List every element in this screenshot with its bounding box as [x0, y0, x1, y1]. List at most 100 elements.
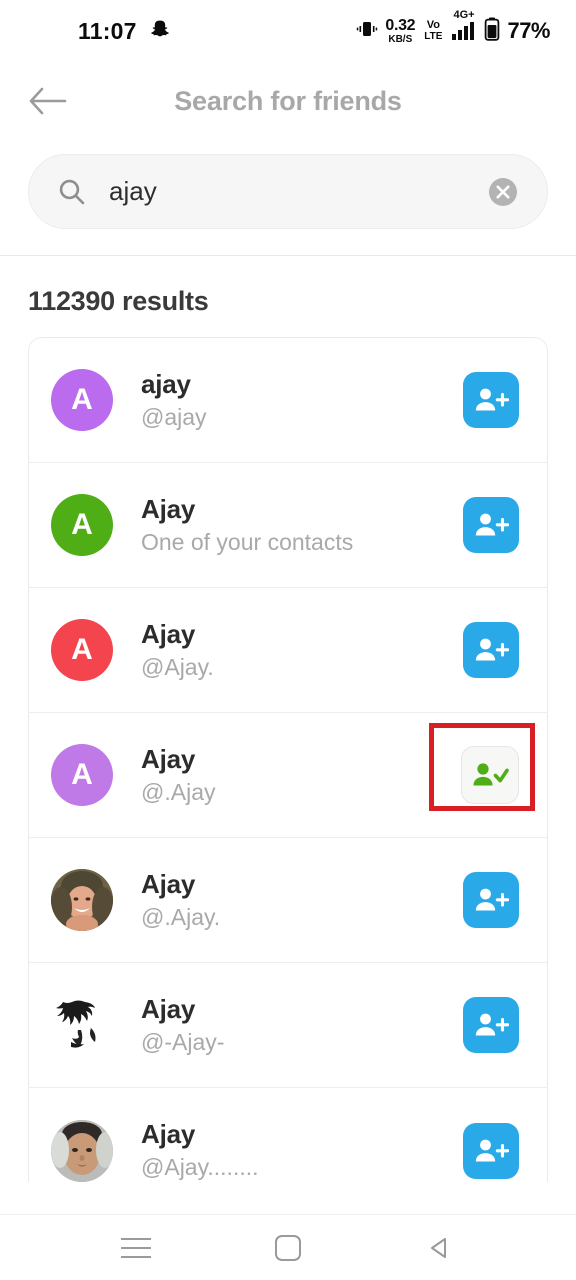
signal-bar-3: [464, 26, 469, 40]
network-speed: 0.32 KB/S: [385, 16, 416, 45]
avatar-letter: A: [71, 633, 93, 666]
person-add-icon: [475, 888, 509, 911]
avatar: A: [51, 619, 113, 681]
signal-bar-2: [458, 30, 463, 40]
add-friend-button[interactable]: [463, 497, 519, 553]
user-name: Ajay: [141, 1119, 196, 1150]
avatar-photo: [51, 1119, 113, 1182]
results-card: A ajay @ajay A Ajay One of your contacts…: [28, 337, 548, 1182]
signal-bar-1: [452, 34, 457, 40]
status-bar-left: 11:07: [78, 18, 171, 45]
row-text: Ajay @.Ajay: [113, 743, 461, 806]
network-speed-value: 0.32: [385, 16, 416, 34]
back-triangle-icon: [431, 1237, 446, 1258]
avatar: A: [51, 494, 113, 556]
table-row[interactable]: Ajay @-Ajay-: [29, 963, 547, 1088]
search-area: ajay: [0, 140, 576, 256]
user-name: Ajay: [141, 868, 196, 899]
user-name: Ajay: [141, 993, 196, 1024]
android-navigation-bar: [0, 1214, 576, 1280]
avatar-photo: [51, 869, 113, 931]
avatar-photo: [51, 994, 113, 1056]
volte-top-label: Vo: [426, 19, 440, 31]
menu-line-2: [121, 1246, 151, 1249]
menu-line-1: [121, 1237, 151, 1240]
network-speed-unit: KB/S: [388, 33, 413, 45]
clear-circle-icon: [489, 177, 517, 206]
avatar: [51, 994, 113, 1056]
add-friend-button[interactable]: [463, 372, 519, 428]
row-text: Ajay @Ajay........: [113, 1119, 463, 1181]
signal-bars: [452, 22, 475, 40]
search-input[interactable]: ajay: [91, 176, 483, 207]
user-handle: @Ajay........: [141, 1155, 259, 1181]
table-row[interactable]: A Ajay @Ajay.: [29, 588, 547, 713]
volte-bottom-label: LTE: [424, 31, 443, 42]
person-add-icon: [475, 388, 509, 411]
clear-search-button[interactable]: [483, 172, 523, 212]
avatar-letter: A: [71, 508, 93, 541]
table-row[interactable]: Ajay @.Ajay.: [29, 838, 547, 963]
user-handle: @-Ajay-: [141, 1029, 225, 1055]
page-header: Search for friends: [0, 62, 576, 140]
recents-button[interactable]: [96, 1223, 176, 1273]
network-type-label: 4G+: [453, 9, 475, 21]
status-time: 11:07: [78, 17, 137, 44]
battery-percent: 77%: [507, 18, 550, 43]
status-bar: 11:07 0.32 KB/S Vo LTE 4G+ 77%: [0, 0, 576, 62]
search-box[interactable]: ajay: [28, 154, 548, 229]
back-button[interactable]: [20, 73, 76, 129]
row-text: Ajay @Ajay.: [113, 618, 463, 681]
avatar: [51, 1119, 113, 1182]
table-row[interactable]: A ajay @ajay: [29, 338, 547, 463]
user-handle: @Ajay.: [141, 654, 214, 680]
table-row[interactable]: A Ajay @.Ajay: [29, 713, 547, 838]
user-handle: @.Ajay.: [141, 904, 221, 930]
battery-icon: [484, 17, 500, 46]
row-text: ajay @ajay: [113, 368, 463, 431]
user-handle: @.Ajay: [141, 779, 216, 805]
add-friend-button[interactable]: [463, 1122, 519, 1179]
search-icon: [53, 177, 91, 207]
menu-icon: [121, 1237, 151, 1258]
user-handle: One of your contacts: [141, 529, 354, 555]
friend-added-button[interactable]: [461, 746, 519, 804]
person-check-icon: [473, 763, 509, 786]
snapchat-ghost-icon: [150, 19, 171, 44]
add-friend-button[interactable]: [463, 997, 519, 1053]
back-arrow-icon: [29, 87, 67, 115]
signal-bar-4: [470, 22, 475, 40]
back-nav-button[interactable]: [400, 1223, 480, 1273]
person-add-icon: [475, 1013, 509, 1036]
results-list-viewport[interactable]: A ajay @ajay A Ajay One of your contacts…: [0, 337, 576, 1182]
volte-indicator: Vo LTE: [424, 20, 442, 42]
status-bar-right: 0.32 KB/S Vo LTE 4G+ 77%: [356, 9, 550, 46]
home-button[interactable]: [248, 1223, 328, 1273]
avatar: [51, 869, 113, 931]
add-friend-button[interactable]: [463, 622, 519, 678]
results-count: 112390 results: [28, 286, 209, 316]
table-row[interactable]: Ajay @Ajay........: [29, 1088, 547, 1182]
vibrate-icon: [356, 19, 378, 44]
person-add-icon: [475, 513, 509, 536]
row-text: Ajay @.Ajay.: [113, 868, 463, 931]
avatar: A: [51, 369, 113, 431]
home-square-icon: [275, 1234, 301, 1261]
user-name: Ajay: [141, 743, 196, 774]
page-title: Search for friends: [174, 85, 402, 116]
user-handle: @ajay: [141, 404, 207, 430]
row-text: Ajay One of your contacts: [113, 493, 463, 556]
menu-line-3: [121, 1255, 151, 1258]
avatar-letter: A: [71, 758, 93, 791]
signal-strength-icon: 4G+: [452, 9, 475, 40]
person-add-icon: [475, 638, 509, 661]
row-text: Ajay @-Ajay-: [113, 993, 463, 1056]
table-row[interactable]: A Ajay One of your contacts: [29, 463, 547, 588]
user-name: ajay: [141, 368, 191, 399]
user-name: Ajay: [141, 493, 196, 524]
add-friend-button[interactable]: [463, 872, 519, 928]
avatar: A: [51, 744, 113, 806]
user-name: Ajay: [141, 618, 196, 649]
avatar-letter: A: [71, 383, 93, 416]
person-add-icon: [475, 1139, 509, 1161]
